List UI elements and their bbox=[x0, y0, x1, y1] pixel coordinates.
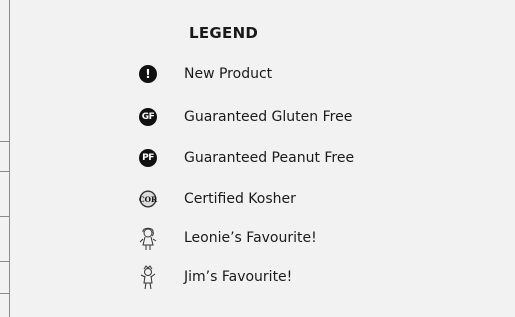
table-row-rule bbox=[0, 171, 10, 172]
peanut-free-icon: PF bbox=[137, 147, 159, 169]
legend-label: Jim’s Favourite! bbox=[184, 269, 293, 285]
gluten-free-icon: GF bbox=[137, 106, 159, 128]
table-edge bbox=[0, 0, 12, 317]
legend-label: Leonie’s Favourite! bbox=[184, 230, 317, 246]
new-product-icon: ! bbox=[137, 63, 159, 85]
table-row-rule bbox=[0, 293, 10, 294]
legend-title: LEGEND bbox=[189, 24, 259, 42]
legend-item-gluten-free: GF Guaranteed Gluten Free bbox=[137, 106, 437, 130]
legend-label: Guaranteed Gluten Free bbox=[184, 109, 353, 125]
legend-label: New Product bbox=[184, 66, 273, 82]
legend-item-leonie: Leonie’s Favourite! bbox=[137, 227, 437, 251]
table-row-rule bbox=[0, 141, 10, 142]
legend-label: Guaranteed Peanut Free bbox=[184, 150, 355, 166]
legend-label: Certified Kosher bbox=[184, 191, 296, 207]
svg-text:COR: COR bbox=[139, 195, 158, 204]
legend-item-new-product: ! New Product bbox=[137, 63, 437, 87]
legend-item-kosher: COR Certified Kosher bbox=[137, 188, 437, 212]
legend-item-jim: Jim’s Favourite! bbox=[137, 265, 437, 290]
table-row-rule bbox=[0, 261, 10, 262]
legend-item-peanut-free: PF Guaranteed Peanut Free bbox=[137, 147, 437, 171]
table-row-rule bbox=[0, 216, 10, 217]
kosher-cor-icon: COR bbox=[137, 188, 159, 210]
jim-figure-icon bbox=[137, 265, 159, 290]
table-vertical-rule bbox=[9, 0, 10, 317]
leonie-figure-icon bbox=[137, 227, 159, 250]
